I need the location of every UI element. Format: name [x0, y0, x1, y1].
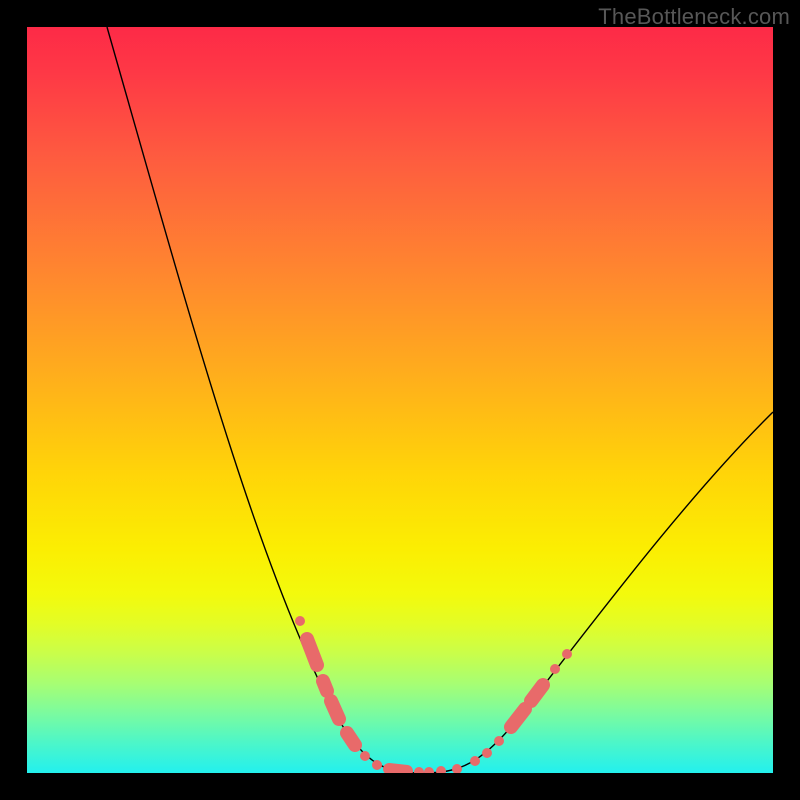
- chart-svg: [27, 27, 773, 773]
- curve-dot-capsule: [307, 639, 317, 665]
- curve-dot: [482, 748, 492, 758]
- curve-dots-group: [295, 616, 572, 773]
- curve-dot: [494, 736, 504, 746]
- curve-dot: [470, 756, 480, 766]
- curve-dot: [372, 760, 382, 770]
- curve-dot: [414, 767, 424, 773]
- curve-dot-capsule: [531, 685, 543, 701]
- curve-dot-capsule: [347, 733, 355, 745]
- curve-dot-capsule: [323, 681, 327, 691]
- curve-dot-capsule: [389, 769, 407, 771]
- bottleneck-curve: [107, 27, 773, 773]
- curve-dot-capsule: [511, 709, 525, 727]
- curve-dot-capsule: [331, 701, 339, 719]
- curve-dot: [360, 751, 370, 761]
- curve-dot: [295, 616, 305, 626]
- curve-dot: [562, 649, 572, 659]
- curve-dot: [424, 767, 434, 773]
- curve-dot: [550, 664, 560, 674]
- chart-plot-area: [27, 27, 773, 773]
- curve-dot: [436, 766, 446, 773]
- curve-dot: [452, 764, 462, 773]
- watermark-text: TheBottleneck.com: [598, 4, 790, 30]
